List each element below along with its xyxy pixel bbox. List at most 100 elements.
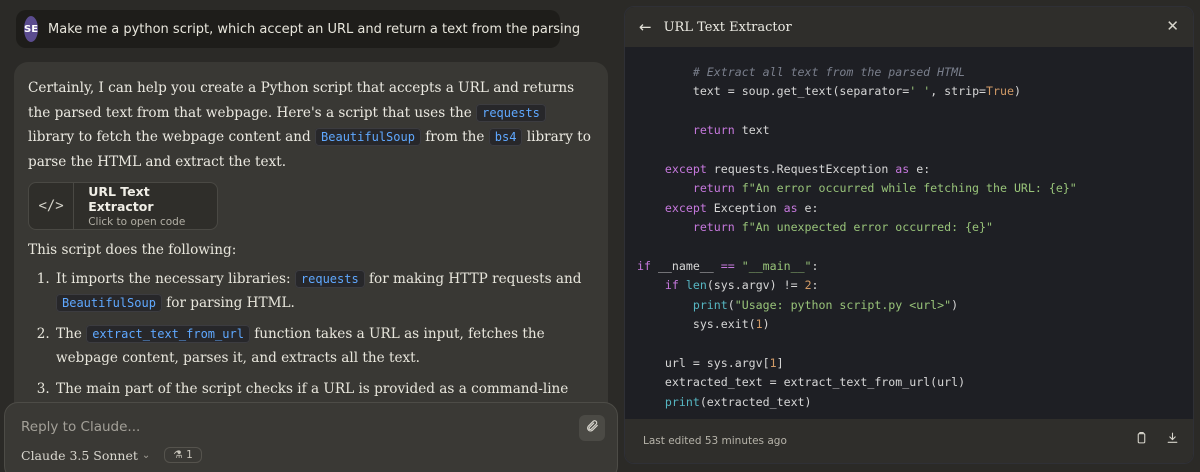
text-run: from the bbox=[420, 129, 489, 145]
code-line: # Extract all text from the parsed HTML bbox=[637, 63, 1193, 82]
paperclip-icon bbox=[585, 419, 599, 437]
inline-code: requests bbox=[476, 103, 546, 122]
code-token: ] bbox=[776, 355, 784, 370]
assistant-intro: Certainly, I can help you create a Pytho… bbox=[28, 76, 594, 174]
code-token: f"An error occurred while fetching the U… bbox=[741, 181, 1077, 196]
code-token: print bbox=[692, 297, 728, 312]
code-token: f"An unexpected error occurred: {e}" bbox=[741, 220, 993, 235]
artifact-title: URL Text Extractor bbox=[663, 19, 792, 35]
code-token: (sys.argv) != bbox=[706, 278, 805, 293]
artifact-card-subtitle: Click to open code bbox=[88, 216, 186, 228]
code-line: except Exception as e: bbox=[637, 199, 1193, 218]
download-icon[interactable] bbox=[1166, 431, 1179, 449]
code-token: except bbox=[664, 161, 707, 176]
model-selector[interactable]: Claude 3.5 Sonnet bbox=[21, 448, 138, 463]
code-line: if __name__ == "__main__": bbox=[637, 257, 1193, 276]
artifact-footer: Last edited 53 minutes ago bbox=[625, 419, 1193, 463]
code-token: url = sys.argv[ bbox=[637, 355, 770, 370]
code-token: if bbox=[664, 278, 679, 293]
chevron-down-icon: ⌄ bbox=[141, 449, 151, 461]
code-line: print(extracted_text) bbox=[637, 393, 1193, 412]
code-token: e: bbox=[909, 161, 931, 176]
code-token: len bbox=[685, 278, 707, 293]
code-token: : bbox=[811, 258, 819, 273]
code-line: sys.exit(1) bbox=[637, 315, 1193, 334]
copy-icon[interactable] bbox=[1135, 431, 1148, 449]
last-edited-text: Last edited 53 minutes ago bbox=[643, 435, 787, 447]
chat-pane: SE Make me a python script, which accept… bbox=[0, 0, 624, 472]
code-line: return f"An unexpected error occurred: {… bbox=[637, 218, 1193, 237]
text-run: It imports the necessary libraries: bbox=[56, 270, 295, 287]
project-knowledge-button[interactable]: ⚗ 1 bbox=[164, 447, 202, 463]
artifact-card-button[interactable]: </> URL Text Extractor Click to open cod… bbox=[28, 182, 218, 230]
back-arrow-icon[interactable]: ← bbox=[639, 18, 652, 36]
code-line: print("Usage: python script.py <url>") bbox=[637, 296, 1193, 315]
artifact-panel: ← URL Text Extractor ✕ # Extract all tex… bbox=[624, 6, 1194, 464]
text-run: for parsing HTML. bbox=[161, 295, 295, 311]
code-token: , strip= bbox=[930, 84, 987, 99]
code-token: ) bbox=[762, 317, 770, 332]
assistant-summary-heading: This script does the following: bbox=[28, 242, 237, 258]
code-icon: </> bbox=[29, 183, 75, 229]
code-token: 1 bbox=[755, 317, 763, 332]
list-item: It imports the necessary libraries: requ… bbox=[54, 267, 594, 316]
flask-icon: ⚗ bbox=[173, 449, 183, 461]
code-token: "__main__" bbox=[741, 258, 812, 273]
avatar: SE bbox=[24, 16, 39, 42]
code-line: return f"An error occurred while fetchin… bbox=[637, 179, 1193, 198]
artifact-card-title: URL Text Extractor bbox=[88, 184, 154, 214]
code-viewer[interactable]: # Extract all text from the parsed HTML … bbox=[637, 63, 1193, 412]
code-token: # Extract all text from the parsed HTML bbox=[692, 65, 966, 79]
inline-code: BeautifulSoup bbox=[315, 128, 421, 146]
code-token: Exception bbox=[706, 200, 784, 215]
reply-composer[interactable]: Reply to Claude... Claude 3.5 Sonnet ⌄ ⚗… bbox=[4, 402, 618, 472]
project-count: 1 bbox=[186, 449, 193, 461]
code-token: ) bbox=[951, 297, 959, 312]
code-token: requests.RequestException bbox=[706, 161, 896, 176]
artifact-header: ← URL Text Extractor ✕ bbox=[625, 7, 1193, 47]
code-line: extracted_text = extract_text_from_url(u… bbox=[637, 373, 1193, 392]
inline-code: requests bbox=[294, 269, 365, 288]
code-token: e: bbox=[797, 200, 819, 215]
attach-button[interactable] bbox=[579, 415, 605, 441]
text-run: The bbox=[56, 325, 87, 342]
code-token: 2 bbox=[804, 278, 812, 293]
code-token: as bbox=[895, 161, 910, 176]
list-item: The extract_text_from_url function takes… bbox=[54, 322, 594, 371]
code-token: (extracted_text) bbox=[699, 394, 812, 409]
user-message-text: Make me a python script, which accept an… bbox=[48, 21, 581, 37]
code-line: except requests.RequestException as e: bbox=[637, 160, 1193, 179]
code-token: == bbox=[720, 258, 735, 273]
code-token: as bbox=[783, 200, 798, 215]
inline-code: BeautifulSoup bbox=[56, 294, 162, 312]
code-token: except bbox=[664, 200, 707, 215]
code-line: url = sys.argv[1] bbox=[637, 354, 1193, 373]
code-token: 1 bbox=[769, 355, 777, 370]
code-token: print bbox=[664, 394, 700, 409]
reply-input[interactable]: Reply to Claude... bbox=[21, 419, 601, 435]
code-token: sys.exit( bbox=[637, 317, 756, 332]
inline-code: bs4 bbox=[488, 128, 523, 146]
code-token: return bbox=[692, 123, 735, 138]
code-token: : bbox=[811, 278, 819, 293]
code-token: ' ' bbox=[909, 84, 931, 99]
user-message: SE Make me a python script, which accept… bbox=[16, 10, 580, 48]
code-token: True bbox=[986, 84, 1014, 99]
code-line: text = soup.get_text(separator=' ', stri… bbox=[637, 82, 1193, 101]
close-icon[interactable]: ✕ bbox=[1166, 17, 1179, 35]
